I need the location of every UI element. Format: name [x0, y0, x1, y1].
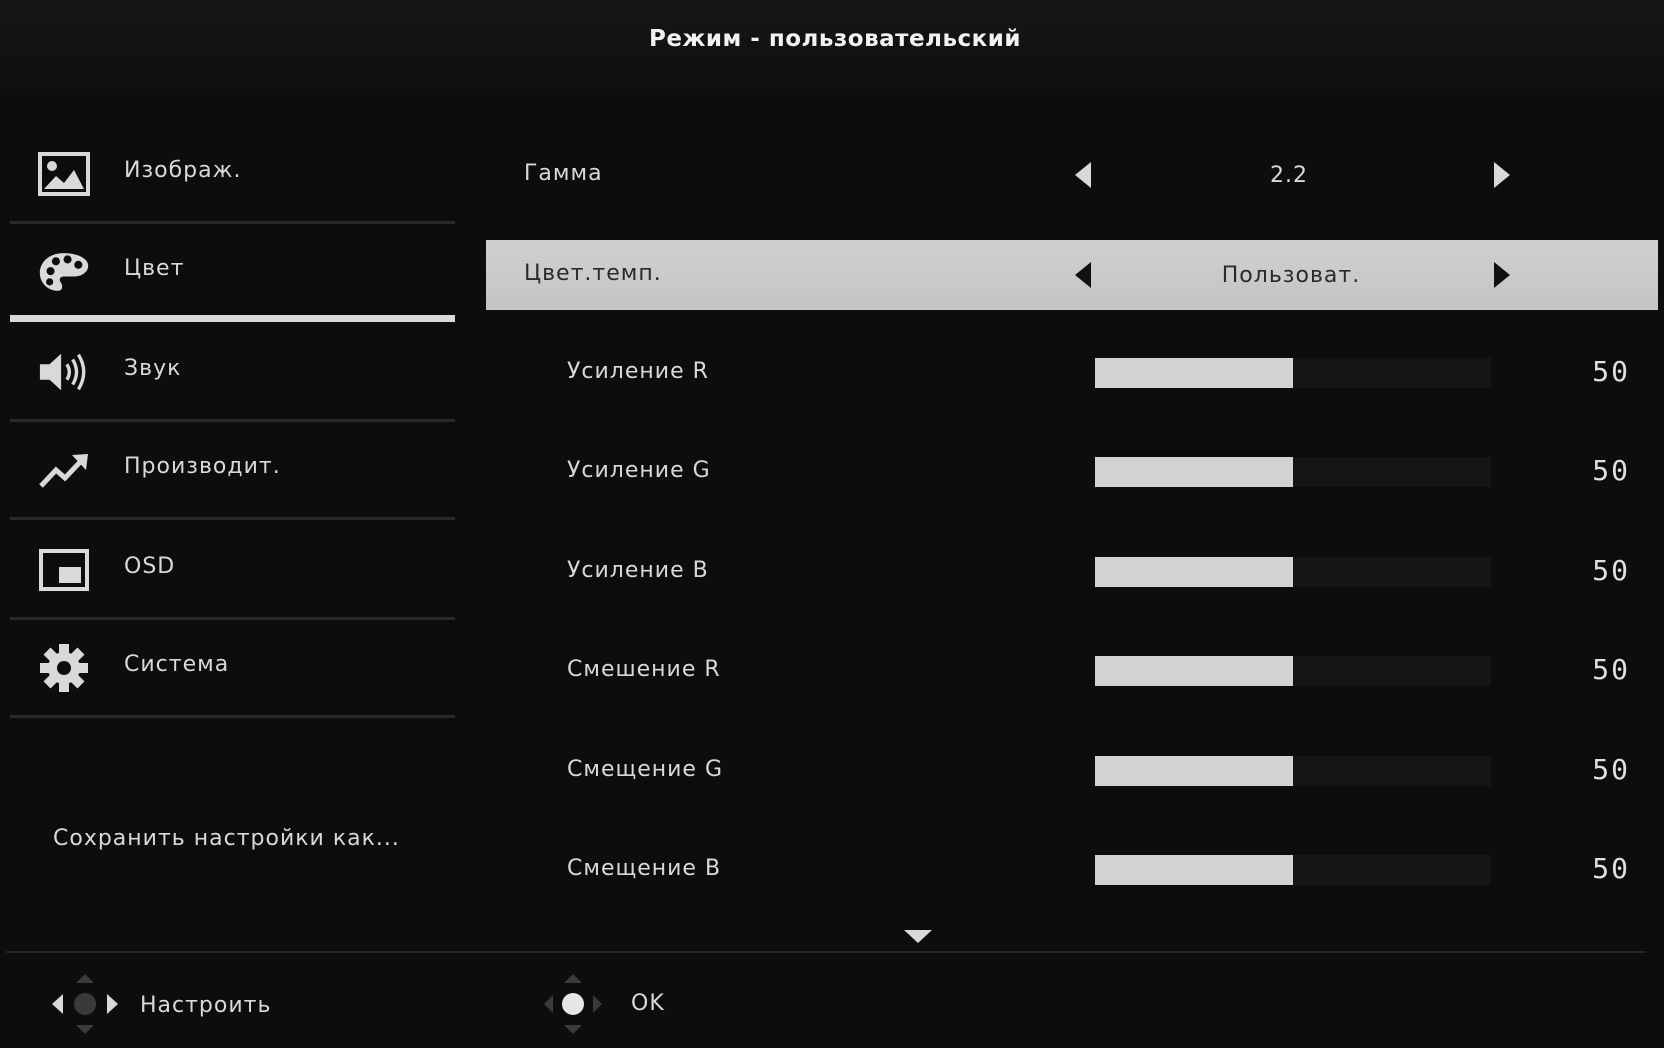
slider-value: 50	[1592, 355, 1630, 388]
gamma-left-arrow-icon[interactable]	[1075, 162, 1091, 188]
osd-icon	[38, 546, 90, 594]
sidebar-item-label: Изображ.	[124, 158, 242, 183]
sidebar-item-label: OSD	[124, 554, 176, 579]
gear-icon	[38, 644, 90, 692]
ok-hint-label: OK	[631, 991, 665, 1016]
dpad-left-right-icon	[50, 972, 120, 1036]
color-temp-label: Цвет.темп.	[524, 261, 662, 286]
sidebar-item-label: Звук	[124, 356, 182, 381]
sidebar-item-label: Производит.	[124, 454, 281, 479]
sidebar-item-osd[interactable]: OSD	[10, 522, 455, 620]
slider-track[interactable]	[1095, 656, 1491, 686]
gamma-label: Гамма	[524, 161, 603, 186]
scroll-down-icon[interactable]	[904, 930, 932, 943]
slider-value: 50	[1592, 554, 1630, 587]
slider-fill	[1095, 457, 1293, 487]
gamma-right-arrow-icon[interactable]	[1494, 162, 1510, 188]
save-settings-as-button[interactable]: Сохранить настройки как...	[53, 826, 400, 851]
osd-screen: Режим - пользовательский Изображ. Цвет З…	[0, 0, 1664, 1048]
slider-track[interactable]	[1095, 358, 1491, 388]
slider-value: 50	[1592, 852, 1630, 885]
slider-track[interactable]	[1095, 557, 1491, 587]
image-icon	[38, 150, 90, 198]
slider-fill	[1095, 756, 1293, 786]
sidebar-item-sound[interactable]: Звук	[10, 324, 455, 422]
sidebar-item-color[interactable]: Цвет	[10, 224, 455, 322]
speaker-icon	[38, 348, 90, 396]
performance-icon	[38, 446, 90, 494]
color-temp-right-arrow-icon[interactable]	[1494, 262, 1510, 288]
dpad-ok-icon	[538, 972, 608, 1036]
color-temp-value: Пользоват.	[1221, 263, 1361, 288]
gamma-value: 2.2	[1270, 163, 1308, 188]
sidebar-item-label: Система	[124, 652, 230, 677]
slider-label: Усиление B	[567, 558, 709, 583]
slider-fill	[1095, 656, 1293, 686]
slider-fill	[1095, 358, 1293, 388]
palette-icon	[38, 248, 90, 296]
sidebar-item-system[interactable]: Система	[10, 620, 455, 718]
footer-divider	[6, 951, 1646, 953]
slider-label: Усиление G	[567, 458, 711, 483]
slider-fill	[1095, 855, 1293, 885]
osd-header: Режим - пользовательский	[0, 0, 1664, 90]
slider-value: 50	[1592, 454, 1630, 487]
slider-fill	[1095, 557, 1293, 587]
slider-value: 50	[1592, 753, 1630, 786]
color-temp-highlight	[486, 240, 1658, 310]
slider-track[interactable]	[1095, 756, 1491, 786]
color-temp-left-arrow-icon[interactable]	[1075, 262, 1091, 288]
slider-label: Смещение G	[567, 757, 724, 782]
slider-value: 50	[1592, 653, 1630, 686]
sidebar-item-image[interactable]: Изображ.	[10, 126, 455, 224]
slider-label: Смешение R	[567, 657, 721, 682]
page-title: Режим - пользовательский	[649, 26, 1021, 52]
slider-label: Усиление R	[567, 359, 709, 384]
slider-track[interactable]	[1095, 855, 1491, 885]
slider-track[interactable]	[1095, 457, 1491, 487]
adjust-hint-label: Настроить	[140, 993, 272, 1018]
sidebar-item-performance[interactable]: Производит.	[10, 422, 455, 520]
slider-label: Смещение B	[567, 856, 722, 881]
sidebar-item-label: Цвет	[124, 256, 185, 281]
